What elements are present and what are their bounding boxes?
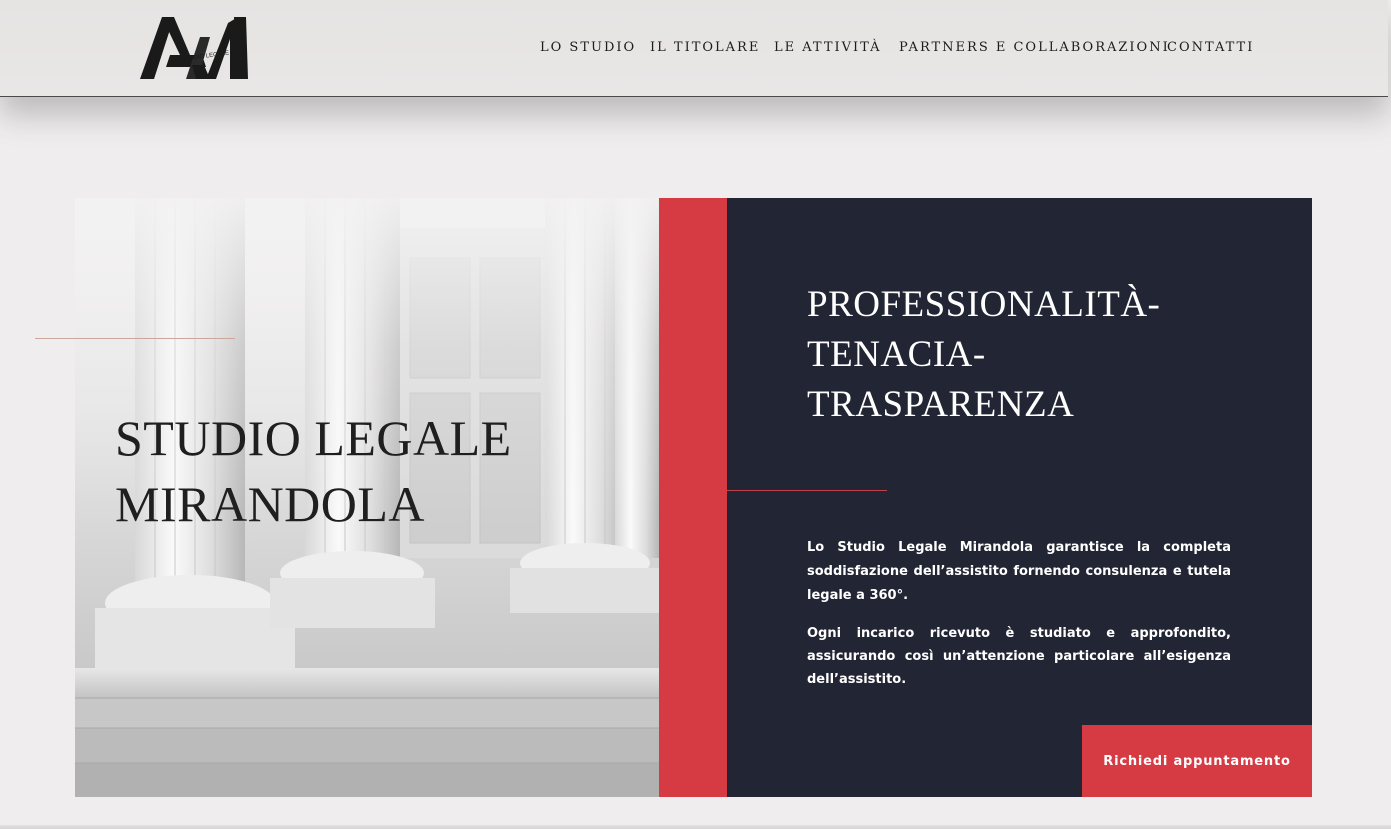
value-professionalita: PROFESSIONALITÀ- — [807, 284, 1161, 325]
hero-divider-line — [35, 338, 235, 339]
logo-mark-icon: STUDIO LEGALE — [140, 17, 248, 79]
description-paragraph-2: Ogni incarico ricevuto è studiato e appr… — [807, 626, 1231, 687]
nav-il-titolare[interactable]: IL TITOLARE — [650, 40, 760, 55]
nav-le-attivita[interactable]: LE ATTIVITÀ — [774, 40, 882, 55]
page: STUDIO LEGALE LO STUDIO IL TITOLARE LE A… — [0, 0, 1391, 829]
logo[interactable]: STUDIO LEGALE — [140, 15, 250, 81]
values-panel: PROFESSIONALITÀ- TENACIA- TRASPARENZA Lo… — [727, 198, 1312, 797]
hero-title-line1: STUDIO LEGALE — [115, 410, 512, 466]
section-bottom-edge — [0, 825, 1391, 829]
value-tenacia: TENACIA- — [807, 334, 986, 375]
hero-title: STUDIO LEGALE MIRANDOLA — [115, 405, 635, 537]
description-paragraph-1: Lo Studio Legale Mirandola garantisce la… — [807, 540, 1231, 603]
nav-lo-studio[interactable]: LO STUDIO — [540, 40, 636, 55]
site-header: STUDIO LEGALE LO STUDIO IL TITOLARE LE A… — [0, 0, 1388, 97]
request-appointment-button[interactable]: Richiedi appuntamento — [1082, 725, 1312, 797]
nav-contatti[interactable]: CONTATTI — [1167, 40, 1254, 55]
nav-partners-collaborazioni[interactable]: PARTNERS E COLLABORAZIONI — [899, 40, 1170, 55]
accent-strip — [659, 198, 727, 797]
values-heading: PROFESSIONALITÀ- TENACIA- TRASPARENZA — [807, 280, 1247, 430]
value-trasparenza: TRASPARENZA — [807, 384, 1075, 425]
hero-title-line2: MIRANDOLA — [115, 476, 426, 532]
values-divider-line — [727, 490, 887, 491]
